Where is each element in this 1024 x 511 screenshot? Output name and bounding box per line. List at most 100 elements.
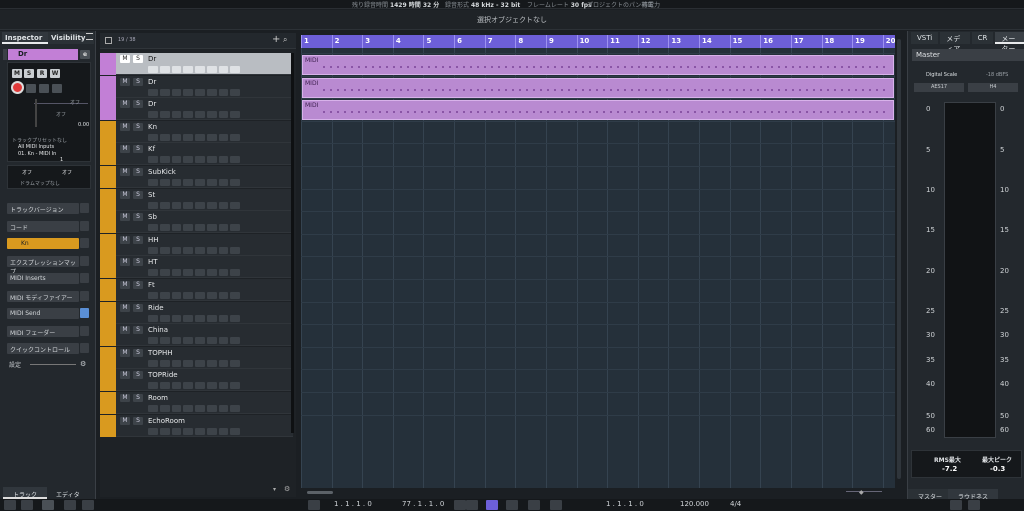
- track-name[interactable]: Sb: [148, 213, 157, 221]
- track-name[interactable]: Kn: [148, 123, 157, 131]
- track-solo-button[interactable]: S: [133, 303, 143, 312]
- tab-vsti[interactable]: VSTi: [911, 32, 939, 44]
- cycle-button[interactable]: [486, 500, 498, 510]
- midi-modifiers-icon[interactable]: [80, 291, 89, 301]
- cycle-small-icon[interactable]: [64, 500, 76, 510]
- track-solo-button[interactable]: S: [133, 168, 143, 176]
- track-name[interactable]: TOPHH: [148, 349, 173, 357]
- transport-right-icon-2[interactable]: [968, 500, 980, 510]
- track-row[interactable]: M S Kf: [100, 143, 293, 166]
- track-name[interactable]: HH: [148, 236, 159, 244]
- punch-icon[interactable]: [82, 500, 94, 510]
- track-name[interactable]: St: [148, 191, 155, 199]
- write-button[interactable]: W: [50, 69, 60, 78]
- midi-fader-icon[interactable]: [80, 326, 89, 336]
- track-controls[interactable]: [148, 156, 240, 164]
- track-row[interactable]: M S Sb: [100, 211, 293, 234]
- midi-channel-field[interactable]: 1: [60, 157, 63, 163]
- record-icon[interactable]: [11, 81, 24, 94]
- locator-set-icon[interactable]: [466, 500, 478, 510]
- midi-send-icon[interactable]: [80, 308, 89, 318]
- midi-fader-section[interactable]: MIDI フェーダー: [7, 326, 79, 337]
- track-row[interactable]: M S TOPRide: [100, 369, 293, 392]
- track-controls[interactable]: [148, 292, 240, 299]
- event-display[interactable]: MIDI MIDI MIDI: [301, 48, 895, 488]
- midi-output-field[interactable]: 01. Kn - MIDI In: [18, 151, 56, 157]
- instrument-kn-section[interactable]: Kn: [7, 238, 79, 249]
- track-mute-button[interactable]: M: [120, 122, 130, 131]
- track-row[interactable]: M S Dr: [100, 53, 293, 75]
- gear-icon[interactable]: ⚙: [80, 360, 86, 368]
- track-controls[interactable]: [148, 405, 240, 412]
- track-row[interactable]: M S Dr: [100, 98, 293, 121]
- track-mute-button[interactable]: M: [120, 190, 130, 199]
- transport-left-icon[interactable]: [4, 500, 16, 510]
- track-solo-button[interactable]: S: [133, 100, 143, 109]
- track-name[interactable]: Dr: [148, 78, 156, 86]
- tempo[interactable]: 120.000: [680, 500, 709, 508]
- midi-part[interactable]: MIDI: [302, 77, 894, 98]
- edit-icon[interactable]: e: [80, 50, 90, 59]
- track-solo-button[interactable]: S: [133, 416, 143, 425]
- track-mute-button[interactable]: M: [120, 235, 130, 244]
- track-row[interactable]: M S Kn: [100, 120, 293, 143]
- track-name[interactable]: EchoRoom: [148, 417, 185, 425]
- stop-button[interactable]: [506, 500, 518, 510]
- track-solo-button[interactable]: S: [133, 258, 143, 267]
- quick-controls-icon[interactable]: [80, 343, 89, 353]
- track-row[interactable]: M S TOPHH: [100, 346, 293, 369]
- track-name[interactable]: HT: [148, 258, 158, 266]
- chord-icon[interactable]: [80, 221, 89, 231]
- track-controls[interactable]: [148, 427, 240, 435]
- expression-map-icon[interactable]: [80, 256, 89, 266]
- search-icon[interactable]: ⌕: [283, 35, 287, 45]
- track-mute-button[interactable]: M: [120, 371, 130, 380]
- track-mute-button[interactable]: M: [120, 168, 130, 176]
- midi-inserts-section[interactable]: MIDI Inserts: [7, 273, 79, 284]
- track-mute-button[interactable]: M: [120, 326, 130, 335]
- track-row[interactable]: M S Room: [100, 392, 293, 414]
- track-row[interactable]: M S HH: [100, 233, 293, 256]
- volume-fader[interactable]: [35, 99, 37, 127]
- track-controls[interactable]: [148, 337, 240, 345]
- track-mute-button[interactable]: M: [120, 213, 130, 222]
- right-locator[interactable]: 77 . 1 . 1 . 0: [402, 500, 444, 508]
- midi-modifiers-section[interactable]: MIDI モディファイアー: [7, 291, 79, 302]
- track-solo-button[interactable]: S: [133, 281, 143, 289]
- transport-mode-icon[interactable]: [21, 500, 33, 510]
- track-controls[interactable]: [148, 111, 240, 119]
- track-name[interactable]: SubKick: [148, 168, 176, 176]
- lock-icon[interactable]: [39, 84, 49, 93]
- right-locator-icon[interactable]: [454, 500, 466, 510]
- track-name[interactable]: Dr: [148, 100, 156, 108]
- quick-controls-section[interactable]: クイックコントロール: [7, 343, 79, 354]
- midi-part[interactable]: MIDI: [302, 100, 894, 121]
- drum-map-field[interactable]: ドラムマップなし: [20, 180, 60, 187]
- tab-editor[interactable]: エディター: [46, 487, 95, 508]
- horizontal-scrollbar[interactable]: ◆: [301, 488, 895, 497]
- track-controls[interactable]: [148, 133, 240, 141]
- track-solo-button[interactable]: S: [133, 190, 143, 199]
- track-name[interactable]: Kf: [148, 145, 155, 153]
- track-controls[interactable]: [148, 314, 240, 322]
- bank-field[interactable]: オフ: [22, 169, 32, 176]
- midi-send-section[interactable]: MIDI Send: [7, 308, 79, 319]
- track-version-icon[interactable]: [80, 203, 89, 213]
- track-controls[interactable]: [148, 179, 240, 186]
- track-name[interactable]: TOPRide: [148, 371, 178, 379]
- track-row[interactable]: M S HT: [100, 256, 293, 279]
- track-row[interactable]: M S St: [100, 188, 293, 211]
- tab-inspector[interactable]: Inspector: [2, 32, 48, 44]
- ruler[interactable]: 1 2 3 4 5 6 7 8 9 10 11 12 13 14 15 16 17 18 19 20: [301, 35, 896, 48]
- tab-media[interactable]: メディア: [940, 32, 970, 53]
- preset-field[interactable]: トラックプリセットなし: [12, 137, 67, 144]
- track-controls[interactable]: [148, 201, 240, 209]
- track-mute-button[interactable]: M: [120, 145, 130, 154]
- track-solo-button[interactable]: S: [133, 145, 143, 154]
- track-mute-button[interactable]: M: [120, 348, 130, 357]
- track-solo-button[interactable]: S: [133, 394, 143, 402]
- track-row[interactable]: M S SubKick: [100, 166, 293, 188]
- track-row[interactable]: M S Dr: [100, 75, 293, 98]
- track-name[interactable]: China: [148, 326, 168, 334]
- midi-inserts-icon[interactable]: [80, 273, 89, 283]
